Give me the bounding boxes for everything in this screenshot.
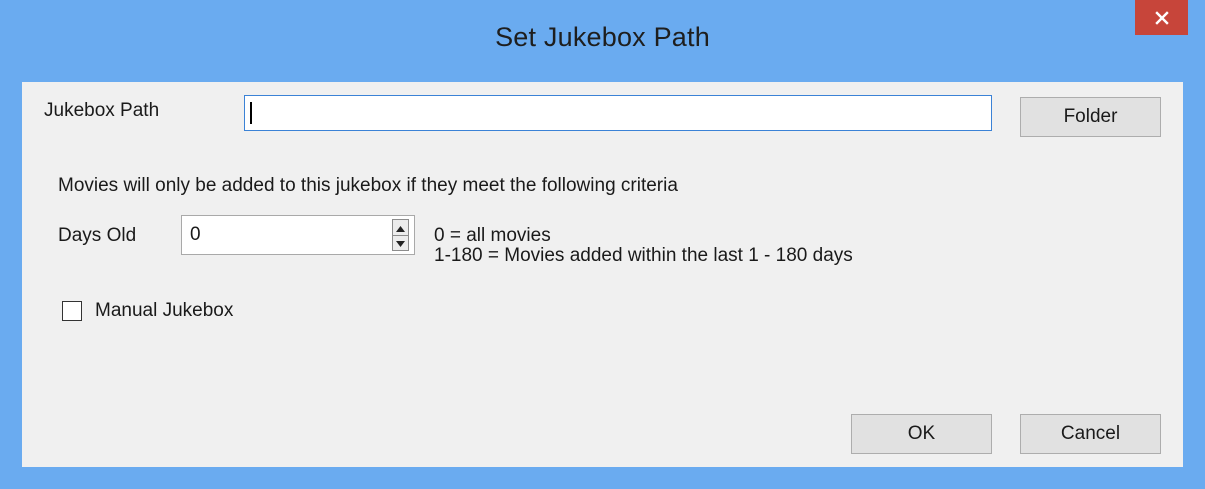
close-icon	[1154, 10, 1169, 25]
dialog-body: Jukebox Path Folder Movies will only be …	[22, 82, 1183, 467]
days-old-label: Days Old	[58, 225, 137, 246]
jukebox-path-input[interactable]	[244, 95, 992, 131]
spinner-down-button[interactable]	[393, 235, 408, 250]
dialog-window: Set Jukebox Path Jukebox Path Folder Mov…	[0, 0, 1205, 489]
title-bar[interactable]: Set Jukebox Path	[0, 0, 1205, 82]
criteria-intro-text: Movies will only be added to this jukebo…	[58, 175, 678, 196]
days-old-hint-range: 1-180 = Movies added within the last 1 -…	[434, 245, 853, 266]
manual-jukebox-checkbox[interactable]	[62, 301, 82, 321]
spinner-buttons	[392, 219, 409, 251]
manual-jukebox-label: Manual Jukebox	[95, 300, 234, 321]
ok-button[interactable]: OK	[851, 414, 992, 454]
days-old-value: 0	[190, 224, 201, 245]
dialog-title: Set Jukebox Path	[495, 22, 710, 52]
days-old-spinner[interactable]: 0	[181, 215, 415, 255]
cancel-button[interactable]: Cancel	[1020, 414, 1161, 454]
arrow-down-icon	[396, 234, 405, 252]
days-old-hint-all: 0 = all movies	[434, 225, 551, 246]
folder-button[interactable]: Folder	[1020, 97, 1161, 137]
jukebox-path-label: Jukebox Path	[44, 100, 160, 121]
text-caret	[250, 102, 252, 124]
close-button[interactable]	[1135, 0, 1188, 35]
